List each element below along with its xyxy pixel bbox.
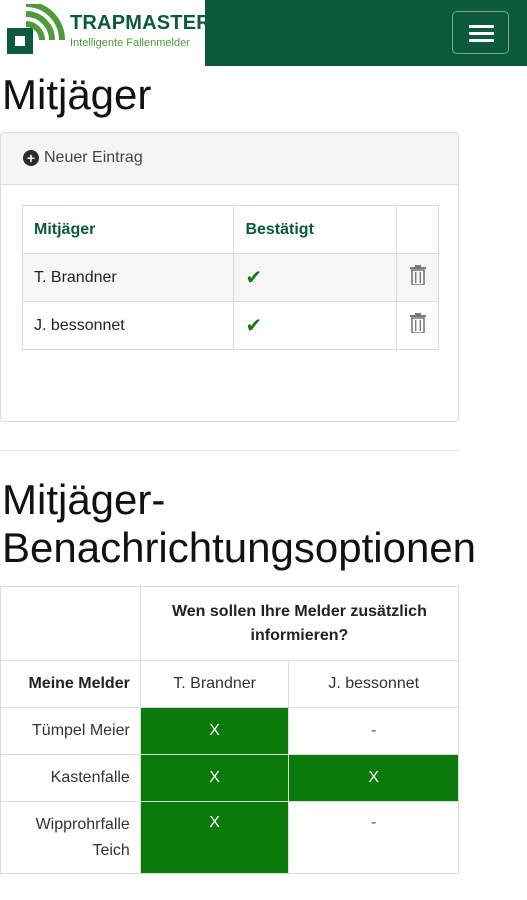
column-header-hunter: Mitjäger [21, 205, 235, 254]
hunters-table: Mitjäger Bestätigt T. Brandner ✔ J. bess… [21, 205, 439, 350]
table-header-row: Mitjäger Bestätigt [21, 205, 439, 254]
melder-name: Tümpel Meier [0, 707, 141, 755]
notify-toggle-cell[interactable]: - [288, 801, 459, 874]
notify-toggle-cell[interactable]: X [139, 754, 290, 802]
matrix-row: Tümpel Meier X - [0, 707, 459, 755]
hunters-panel: + Neuer Eintrag Mitjäger Bestätigt T. Br… [0, 132, 459, 422]
melder-column-header: Meine Melder [0, 660, 141, 708]
brand-tagline: Intelligente Fallenmelder [70, 37, 190, 49]
matrix-row: Wipprohrfalle Teich X - [0, 801, 459, 874]
check-icon: ✔ [245, 315, 263, 337]
brand-name: TRAPMASTER [70, 12, 211, 34]
new-entry-label: Neuer Eintrag [44, 149, 143, 166]
section-divider [0, 450, 459, 451]
melder-name: Wipprohrfalle Teich [0, 801, 141, 874]
trash-icon[interactable] [409, 313, 426, 333]
hamburger-menu-button[interactable] [452, 11, 509, 54]
hunter-column-header: T. Brandner [139, 660, 290, 708]
notification-question: Wen sollen Ihre Melder zusätzlich inform… [139, 586, 460, 661]
trash-icon[interactable] [409, 265, 426, 285]
hunter-name: T. Brandner [21, 253, 235, 302]
matrix-header-row: Meine Melder T. Brandner J. bessonnet [0, 660, 459, 708]
panel-header: + Neuer Eintrag [1, 133, 458, 185]
menu-bar-icon [469, 39, 494, 42]
column-header-confirmed: Bestätigt [233, 205, 398, 254]
page-title: Mitjäger [2, 71, 152, 118]
new-entry-button[interactable]: + Neuer Eintrag [23, 149, 143, 167]
check-icon: ✔ [245, 267, 263, 289]
trapmaster-logo-icon [7, 4, 65, 54]
menu-bar-icon [469, 32, 494, 35]
brand-logo[interactable]: TRAPMASTER Intelligente Fallenmelder [0, 0, 211, 66]
plus-circle-icon: + [23, 150, 39, 166]
notification-matrix: Wen sollen Ihre Melder zusätzlich inform… [0, 586, 460, 874]
notification-options-title: Mitjäger-Benachrichtungsoptionen [2, 476, 477, 571]
table-row: T. Brandner ✔ [21, 253, 439, 302]
hunter-name: J. bessonnet [21, 301, 235, 350]
column-header-actions [396, 205, 439, 254]
top-navbar: TRAPMASTER Intelligente Fallenmelder [0, 0, 527, 66]
notify-toggle-cell[interactable]: X [288, 754, 459, 802]
empty-corner-cell [0, 586, 141, 661]
hunter-column-header: J. bessonnet [288, 660, 459, 708]
menu-bar-icon [469, 25, 494, 28]
melder-name: Kastenfalle [0, 754, 141, 802]
notify-toggle-cell[interactable]: X [139, 801, 290, 874]
notify-toggle-cell[interactable]: - [288, 707, 459, 755]
matrix-question-row: Wen sollen Ihre Melder zusätzlich inform… [0, 586, 460, 661]
matrix-row: Kastenfalle X X [0, 754, 459, 802]
table-row: J. bessonnet ✔ [21, 301, 439, 350]
notify-toggle-cell[interactable]: X [139, 707, 290, 755]
